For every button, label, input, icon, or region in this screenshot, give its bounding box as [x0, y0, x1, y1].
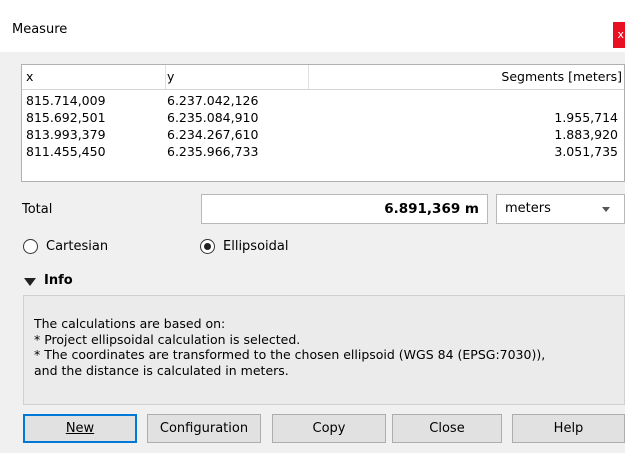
copy-button[interactable]: Copy: [272, 414, 386, 443]
cartesian-radio-label: Cartesian: [46, 238, 109, 254]
total-value-field[interactable]: 6.891,369 m: [201, 194, 488, 224]
table-row[interactable]: 813.993,379 6.234.267,610 1.883,920: [22, 126, 624, 143]
cell-y: 6.235.966,733: [167, 144, 259, 159]
table-header: x y Segments [meters]: [22, 65, 624, 90]
column-header-y[interactable]: y: [167, 65, 309, 89]
copy-button-label: Copy: [312, 421, 346, 436]
table-body: 815.714,009 6.237.042,126 815.692,501 6.…: [22, 92, 624, 160]
table-row[interactable]: 815.714,009 6.237.042,126: [22, 92, 624, 109]
cell-y: 6.234.267,610: [167, 127, 259, 142]
window-title: Measure: [12, 22, 68, 37]
cell-segment: 1.955,714: [554, 110, 618, 125]
cell-x: 815.714,009: [26, 93, 106, 108]
info-header-label: Info: [44, 273, 73, 288]
cell-x: 811.455,450: [26, 144, 106, 159]
ellipsoidal-radio[interactable]: Ellipsoidal: [200, 236, 288, 256]
total-label: Total: [22, 202, 53, 217]
unit-select-value: meters: [505, 201, 551, 216]
cell-segment: 1.883,920: [554, 127, 618, 142]
coordinates-table[interactable]: x y Segments [meters] 815.714,009 6.237.…: [21, 64, 625, 182]
radio-circle-icon: [23, 238, 38, 254]
new-button[interactable]: New: [23, 414, 137, 443]
info-line: * Project ellipsoidal calculation is sel…: [34, 331, 301, 347]
help-button-label: Help: [553, 421, 584, 436]
title-bar: Measure x: [0, 0, 625, 52]
table-row[interactable]: 811.455,450 6.235.966,733 3.051,735: [22, 143, 624, 160]
close-icon[interactable]: x: [613, 22, 625, 48]
cell-y: 6.237.042,126: [167, 93, 259, 108]
info-line: The calculations are based on:: [34, 316, 226, 331]
radio-checked-icon: [200, 238, 215, 254]
new-button-label: New: [65, 421, 95, 436]
info-panel: The calculations are based on: * Project…: [23, 295, 625, 405]
ellipsoidal-radio-label: Ellipsoidal: [223, 238, 289, 254]
close-button[interactable]: Close: [392, 414, 502, 443]
configuration-button-label: Configuration: [159, 421, 249, 436]
info-line: and the distance is calculated in meters…: [34, 362, 289, 378]
close-button-label: Close: [429, 421, 465, 436]
collapse-triangle-icon: [24, 277, 36, 286]
table-row[interactable]: 815.692,501 6.235.084,910 1.955,714: [22, 109, 624, 126]
info-line: * The coordinates are transformed to the…: [34, 347, 546, 362]
info-section-toggle[interactable]: Info: [24, 273, 73, 288]
cell-x: 813.993,379: [26, 127, 106, 142]
configuration-button[interactable]: Configuration: [147, 414, 261, 443]
column-header-segments[interactable]: Segments [meters]: [310, 65, 622, 89]
help-button[interactable]: Help: [512, 414, 625, 443]
cell-y: 6.235.084,910: [167, 110, 259, 125]
column-header-x[interactable]: x: [26, 65, 166, 89]
cartesian-radio[interactable]: Cartesian: [23, 236, 108, 256]
chevron-down-icon: [602, 207, 610, 212]
cell-x: 815.692,501: [26, 110, 106, 125]
cell-segment: 3.051,735: [554, 144, 618, 159]
unit-select[interactable]: meters: [496, 194, 625, 224]
